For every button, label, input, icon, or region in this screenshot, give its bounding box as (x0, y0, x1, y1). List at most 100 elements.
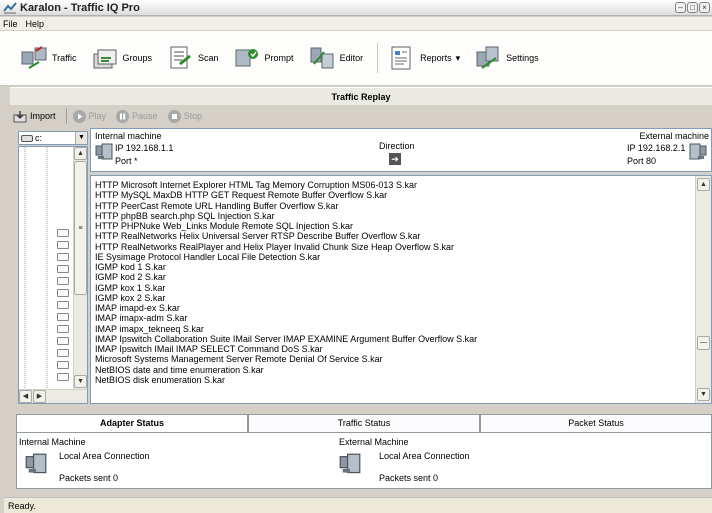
folder-icon[interactable] (57, 361, 69, 369)
list-item[interactable]: HTTP MySQL MaxDB HTTP GET Request Remote… (95, 190, 685, 200)
status-tabs: Adapter Status Traffic Status Packet Sta… (16, 414, 712, 432)
list-item[interactable]: Microsoft Systems Management Server Remo… (95, 354, 685, 364)
editor-button[interactable]: Editor (308, 44, 364, 72)
tab-adapter-status[interactable]: Adapter Status (16, 414, 248, 432)
editor-label: Editor (339, 53, 364, 63)
groups-label: Groups (122, 53, 153, 63)
prompt-button[interactable]: Prompt (233, 44, 294, 72)
folder-icon[interactable] (57, 337, 69, 345)
traffic-label: Traffic (52, 53, 77, 63)
attack-file-list[interactable]: HTTP Microsoft Internet Explorer HTML Ta… (90, 175, 712, 404)
status-bar: Ready. (4, 497, 712, 513)
traffic-replay-title: Traffic Replay (10, 87, 712, 105)
pause-button[interactable]: Pause (116, 109, 158, 123)
direction-arrow-icon[interactable]: ➔ (389, 153, 401, 165)
folder-icon[interactable] (57, 277, 69, 285)
list-item[interactable]: IMAP imapx-adm S.kar (95, 313, 685, 323)
reports-button[interactable]: Reports ▾ (388, 44, 460, 72)
drive-select[interactable]: c: ▼ (18, 131, 88, 145)
folder-tree[interactable]: ▲ ≡ ▼ ◀ ▶ (18, 146, 88, 404)
folder-icon[interactable] (57, 265, 69, 273)
list-item[interactable]: IMAP imapd-ex S.kar (95, 303, 685, 313)
machines-panel: Internal machine IP 192.168.1.1 Port * D… (90, 128, 712, 172)
scroll-left-icon[interactable]: ◀ (19, 390, 32, 403)
computer-icon (25, 453, 47, 474)
list-item[interactable]: HTTP RealNetworks Helix Universal Server… (95, 231, 685, 241)
list-item[interactable]: NetBIOS date and time enumeration S.kar (95, 365, 685, 375)
internal-ip: IP 192.168.1.1 (115, 143, 174, 153)
play-icon (72, 109, 86, 123)
prompt-icon (235, 49, 258, 67)
traffic-button[interactable]: Traffic (20, 44, 77, 72)
list-vertical-scrollbar[interactable]: ▲ — ▼ (695, 176, 711, 403)
scroll-up-icon[interactable]: ▲ (697, 178, 710, 191)
folder-icon[interactable] (57, 325, 69, 333)
folder-icon[interactable] (57, 253, 69, 261)
external-adapter-title: External Machine (339, 437, 409, 447)
scroll-up-icon[interactable]: ▲ (74, 147, 87, 160)
list-item[interactable]: HTTP Microsoft Internet Explorer HTML Ta… (95, 180, 685, 190)
tab-traffic-status[interactable]: Traffic Status (248, 414, 480, 432)
list-item[interactable]: HTTP phpBB search.php SQL Injection S.ka… (95, 211, 685, 221)
settings-button[interactable]: Settings (474, 44, 539, 72)
play-button[interactable]: Play (72, 109, 106, 123)
folder-icon[interactable] (57, 289, 69, 297)
main-toolbar: Traffic Groups Scan Prompt Editor Report… (0, 31, 712, 86)
internal-machine-label: Internal machine (95, 131, 162, 141)
close-button[interactable]: × (699, 2, 710, 13)
tree-horizontal-scrollbar[interactable]: ◀ ▶ (19, 389, 87, 403)
scroll-thumb[interactable]: — (697, 336, 710, 350)
groups-button[interactable]: Groups (91, 44, 153, 72)
folder-icon[interactable] (57, 241, 69, 249)
menu-file[interactable]: File (3, 19, 18, 29)
list-item[interactable]: IMAP imapx_tekneeq S.kar (95, 324, 685, 334)
computer-icon (689, 143, 707, 160)
folder-icon[interactable] (57, 301, 69, 309)
import-icon (13, 110, 27, 122)
list-item[interactable]: IGMP kod 1 S.kar (95, 262, 685, 272)
tree-vertical-scrollbar[interactable]: ▲ ≡ ▼ (73, 147, 87, 389)
folder-icon[interactable] (57, 229, 69, 237)
groups-icon (93, 49, 117, 69)
list-item[interactable]: IGMP kox 1 S.kar (95, 283, 685, 293)
external-ip: IP 192.168.2.1 (627, 143, 686, 153)
import-button[interactable]: Import (13, 110, 56, 123)
list-item[interactable]: NetBIOS disk enumeration S.kar (95, 375, 685, 385)
stop-button[interactable]: Stop (167, 109, 202, 123)
settings-label: Settings (506, 53, 539, 63)
editor-icon (310, 47, 334, 69)
tab-packet-status[interactable]: Packet Status (480, 414, 712, 432)
scroll-down-icon[interactable]: ▼ (74, 375, 87, 388)
scroll-right-icon[interactable]: ▶ (33, 390, 46, 403)
list-item[interactable]: HTTP RealNetworks RealPlayer and Helix P… (95, 242, 685, 252)
internal-packets-sent: Packets sent 0 (59, 473, 119, 483)
scroll-down-icon[interactable]: ▼ (697, 388, 710, 401)
minimize-button[interactable]: – (675, 2, 686, 13)
list-item[interactable]: HTTP PeerCast Remote URL Handling Buffer… (95, 201, 685, 211)
list-item[interactable]: HTTP PHPNuke Web_Links Module Remote SQL… (95, 221, 685, 231)
list-item[interactable]: IMAP Ipswitch IMail IMAP SELECT Command … (95, 344, 685, 354)
list-item[interactable]: IGMP kox 2 S.kar (95, 293, 685, 303)
menu-bar: File Help (0, 17, 712, 30)
computer-icon (339, 453, 361, 474)
internal-adapter-title: Internal Machine (19, 437, 86, 447)
scan-button[interactable]: Scan (166, 44, 219, 72)
reports-label: Reports (420, 53, 452, 63)
reports-dropdown-icon[interactable]: ▾ (456, 53, 461, 64)
direction-label: Direction (379, 141, 415, 151)
internal-connection-name: Local Area Connection (59, 451, 150, 461)
menu-help[interactable]: Help (26, 19, 45, 29)
folder-icon[interactable] (57, 349, 69, 357)
chevron-down-icon[interactable]: ▼ (75, 132, 87, 144)
scroll-thumb[interactable]: ≡ (74, 161, 87, 295)
list-item[interactable]: IMAP Ipswitch Collaboration Suite IMail … (95, 334, 685, 344)
list-item[interactable]: IGMP kod 2 S.kar (95, 272, 685, 282)
list-item[interactable]: IE Sysimage Protocol Handler Local File … (95, 252, 685, 262)
replay-toolbar: Import Play Pause Stop (10, 106, 712, 126)
app-icon (3, 1, 17, 14)
folder-icon[interactable] (57, 313, 69, 321)
computer-icon (95, 143, 113, 160)
folder-icon[interactable] (57, 373, 69, 381)
reports-icon (391, 46, 411, 70)
maximize-button[interactable]: □ (687, 2, 698, 13)
